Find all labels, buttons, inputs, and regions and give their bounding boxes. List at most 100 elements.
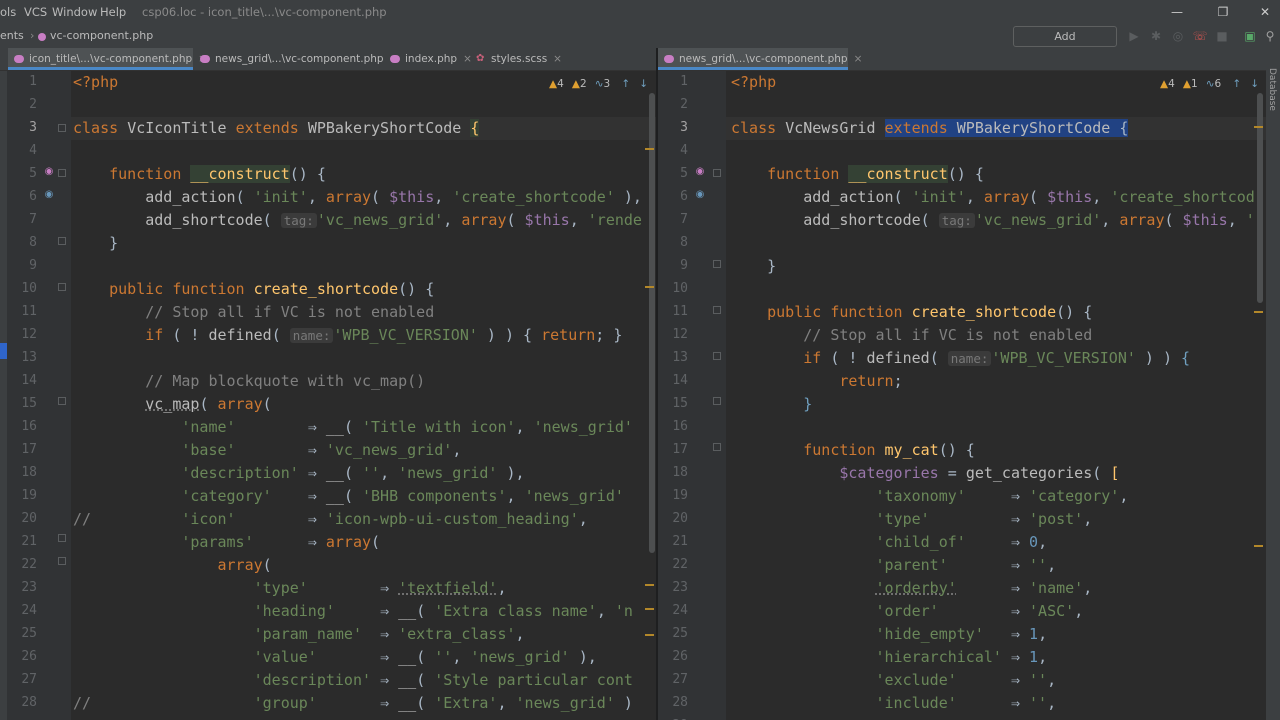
right-editor[interactable]: 1 2 3 4 5 6 7 8 9 10 11 12 13 14 15 16 17 18 19 20 21 22 23 24 2… (658, 71, 1266, 720)
next-highlight-icon[interactable]: ↓ (1250, 78, 1259, 90)
right-vertical-scrollbar[interactable] (1257, 93, 1263, 303)
close-tab-icon[interactable]: × (553, 53, 562, 65)
tab-icon-title-vc-component[interactable]: icon_title\...\vc-component.php× (8, 48, 207, 70)
php-file-icon (38, 33, 46, 41)
menu-bar: ols VCS Window Help csp06.loc - icon_tit… (0, 0, 1280, 24)
line-number: 9 (680, 258, 688, 273)
fold-marker-icon[interactable] (58, 237, 66, 245)
line-number: 25 (21, 626, 37, 641)
line-number: 16 (672, 419, 688, 434)
warning-count: 4 (1168, 78, 1175, 90)
tab-news-grid-vc-component-right[interactable]: news_grid\...\vc-component.php × (658, 48, 862, 70)
maximize-icon[interactable]: ❐ (1208, 2, 1238, 22)
line-number: 8 (29, 235, 37, 250)
fold-marker-icon[interactable] (58, 534, 66, 542)
line-number: 7 (29, 212, 37, 227)
next-highlight-icon[interactable]: ↓ (639, 78, 648, 90)
line-number: 20 (21, 511, 37, 526)
minimize-icon[interactable]: — (1162, 2, 1192, 22)
scroll-marker (645, 634, 654, 636)
breadcrumb-folder[interactable]: ents (0, 29, 24, 42)
line-number: 4 (29, 143, 37, 158)
menu-window[interactable]: Window (52, 5, 97, 19)
menu-vcs[interactable]: VCS (24, 5, 47, 19)
line-number: 24 (21, 603, 37, 618)
fold-marker-icon[interactable] (713, 260, 721, 268)
line-number: 9 (29, 258, 37, 273)
previous-highlight-icon[interactable]: ↑ (1232, 78, 1241, 90)
scroll-marker (645, 286, 654, 288)
line-number: 12 (21, 327, 37, 342)
weak-warning-count: 1 (1190, 78, 1198, 90)
weak-warning-icon: ▲ (1182, 78, 1191, 90)
warning-icon: ▲ (1160, 78, 1169, 90)
fold-marker-icon[interactable] (58, 169, 66, 177)
listen-debug-icon[interactable]: ☏ (1192, 27, 1208, 45)
fold-marker-icon[interactable] (58, 283, 66, 291)
fold-marker-icon[interactable] (713, 397, 721, 405)
overrides-method-icon[interactable]: ◉ (43, 189, 55, 201)
breadcrumb-separator-icon: › (30, 29, 35, 42)
line-number: 20 (672, 511, 688, 526)
line-number: 10 (672, 281, 688, 296)
previous-highlight-icon[interactable]: ↑ (621, 78, 630, 90)
menu-help[interactable]: Help (100, 5, 126, 19)
fold-marker-icon[interactable] (58, 557, 66, 565)
fold-marker-icon[interactable] (58, 124, 66, 132)
right-inspection-widget[interactable]: ▲4 ▲1 ∿6 ↑ ↓ (1156, 72, 1264, 92)
left-inspection-widget[interactable]: ▲4 ▲2 ∿3 ↑ ↓ (545, 72, 653, 92)
right-tab-bar: news_grid\...\vc-component.php × (658, 48, 1266, 71)
run-icon[interactable]: ▶ (1126, 27, 1142, 45)
typo-count: 6 (1214, 78, 1222, 90)
tab-styles-scss[interactable]: ✿ styles.scss × (470, 48, 562, 70)
typo-icon: ∿ (594, 78, 604, 90)
fold-marker-icon[interactable] (713, 169, 721, 177)
menu-tools[interactable]: ols (0, 5, 16, 19)
navigation-bar: ents › vc-component.php Add Configuratio… (0, 24, 1280, 62)
implements-method-icon[interactable]: ◉ (43, 166, 55, 178)
tab-index-php[interactable]: index.php × (384, 48, 472, 70)
tab-label: styles.scss (491, 53, 548, 65)
line-number: 23 (672, 580, 688, 595)
coverage-icon[interactable]: ◎ (1170, 27, 1186, 45)
warning-icon: ▲ (549, 78, 558, 90)
database-tool-window-button[interactable]: Database (1267, 68, 1277, 111)
breadcrumb-file[interactable]: vc-component.php (50, 29, 153, 42)
debug-icon[interactable]: ✱ (1148, 27, 1164, 45)
search-everywhere-icon[interactable]: ⚲ (1262, 27, 1278, 45)
line-number: 18 (21, 465, 37, 480)
line-number: 21 (672, 534, 688, 549)
implements-method-icon[interactable]: ◉ (694, 166, 706, 178)
tab-label: icon_title\...\vc-component.php (29, 53, 193, 65)
line-number: 18 (672, 465, 688, 480)
fold-marker-icon[interactable] (58, 397, 66, 405)
add-configuration-button[interactable]: Add Configuration... (1013, 26, 1117, 62)
php-file-icon (390, 55, 400, 63)
fold-marker-icon[interactable] (713, 443, 721, 451)
warning-count: 4 (557, 78, 564, 90)
scroll-marker (1254, 311, 1263, 313)
stop-icon[interactable]: ■ (1214, 27, 1230, 45)
line-number: 26 (672, 649, 688, 664)
line-number: 5 (29, 166, 37, 181)
left-editor[interactable]: 1 2 3 4 5 6 7 8 9 10 11 12 13 14 15 16 17 18 19 20 21 22 23 24 2… (7, 71, 656, 720)
line-number: 3 (680, 120, 688, 135)
typo-count: 3 (603, 78, 611, 90)
close-tab-icon[interactable]: × (854, 53, 863, 65)
line-number: 21 (21, 534, 37, 549)
overrides-method-icon[interactable]: ◉ (694, 189, 706, 201)
line-number: 28 (672, 695, 688, 710)
terminal-icon[interactable]: ▣ (1242, 27, 1258, 45)
line-number: 23 (21, 580, 37, 595)
line-number: 12 (672, 327, 688, 342)
line-number: 28 (21, 695, 37, 710)
line-number: 24 (672, 603, 688, 618)
close-icon[interactable]: ✕ (1250, 2, 1280, 22)
fold-marker-icon[interactable] (713, 352, 721, 360)
fold-marker-icon[interactable] (713, 306, 721, 314)
line-number: 11 (21, 304, 37, 319)
tab-news-grid-vc-component[interactable]: news_grid\...\vc-component.php× (194, 48, 398, 70)
line-number: 2 (29, 97, 37, 112)
left-vertical-scrollbar[interactable] (649, 93, 655, 553)
line-number: 11 (672, 304, 688, 319)
